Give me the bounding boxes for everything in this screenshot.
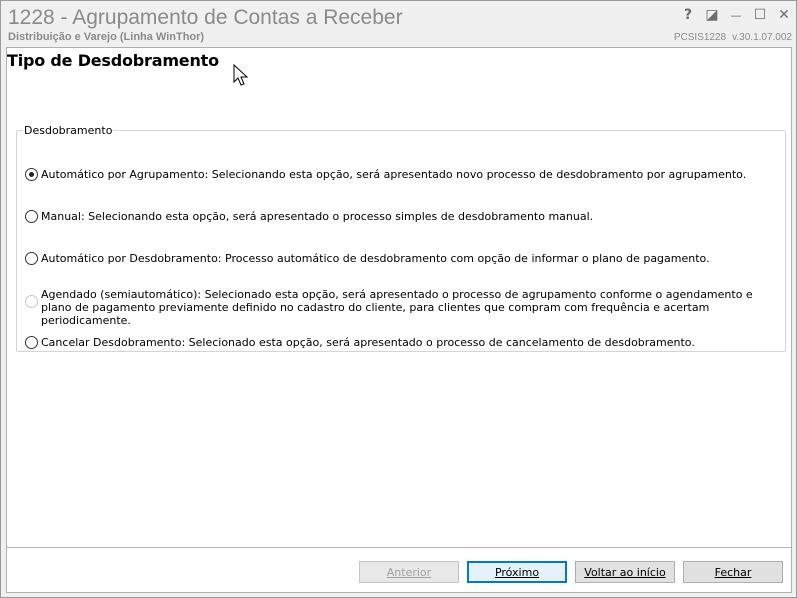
next-button[interactable]: Próximo [467, 561, 567, 583]
close-button-label: Fechar [714, 565, 752, 579]
radio-automatico-desdobramento[interactable] [25, 252, 38, 265]
option-label: Manual: Selecionando esta opção, será ap… [41, 210, 594, 223]
radio-agendado [25, 295, 38, 308]
radio-cancelar-desdobramento[interactable] [25, 336, 38, 349]
desdobramento-group: Desdobramento Automático por Agrupamento… [16, 124, 786, 352]
option-label: Automático por Agrupamento: Selecionando… [41, 168, 747, 181]
program-info: PCSIS1228 v.30.1.07.002 [674, 32, 792, 43]
previous-button: Anterior [359, 561, 459, 583]
minimize-icon[interactable]: — [728, 6, 744, 24]
wizard-content: Tipo de Desdobramento Desdobramento Auto… [6, 47, 792, 547]
radio-automatico-agrupamento[interactable] [25, 168, 38, 181]
title-bar[interactable]: 1228 - Agrupamento de Contas a Receber D… [1, 1, 796, 46]
group-legend: Desdobramento [24, 124, 113, 137]
window-subtitle: Distribuição e Varejo (Linha WinThor) [8, 31, 205, 43]
option-cancelar-desdobramento[interactable]: Cancelar Desdobramento: Selecionado esta… [25, 336, 695, 349]
option-automatico-agrupamento[interactable]: Automático por Agrupamento: Selecionando… [25, 168, 746, 181]
close-button[interactable]: Fechar [683, 561, 783, 583]
restore-layout-icon[interactable]: ◪ [704, 6, 720, 24]
previous-button-label: Anterior [386, 565, 432, 579]
window-title: 1228 - Agrupamento de Contas a Receber [8, 6, 403, 29]
back-to-start-button-label: Voltar ao início [584, 565, 666, 579]
application-window: 1228 - Agrupamento de Contas a Receber D… [0, 0, 797, 598]
option-label: Cancelar Desdobramento: Selecionado esta… [41, 336, 695, 349]
option-agendado: Agendado (semiautomático): Selecionado e… [25, 288, 763, 327]
radio-manual[interactable] [25, 210, 38, 223]
help-icon[interactable]: ? [680, 6, 696, 24]
option-manual[interactable]: Manual: Selecionando esta opção, será ap… [25, 210, 593, 223]
next-button-label: Próximo [494, 565, 540, 579]
page-title: Tipo de Desdobramento [7, 51, 219, 70]
mouse-pointer-icon [233, 64, 249, 86]
program-version: v.30.1.07.002 [732, 32, 792, 43]
button-bar: Anterior Próximo Voltar ao início Fechar [6, 547, 792, 593]
program-code: PCSIS1228 [673, 32, 727, 43]
window-controls: ? ◪ — ☐ ✕ [680, 5, 792, 25]
option-label: Agendado (semiautomático): Selecionado e… [41, 288, 753, 327]
back-to-start-button[interactable]: Voltar ao início [575, 561, 675, 583]
option-label: Automático por Desdobramento: Processo a… [41, 252, 710, 265]
option-automatico-desdobramento[interactable]: Automático por Desdobramento: Processo a… [25, 252, 710, 265]
maximize-icon[interactable]: ☐ [752, 6, 768, 24]
close-icon[interactable]: ✕ [776, 6, 792, 24]
